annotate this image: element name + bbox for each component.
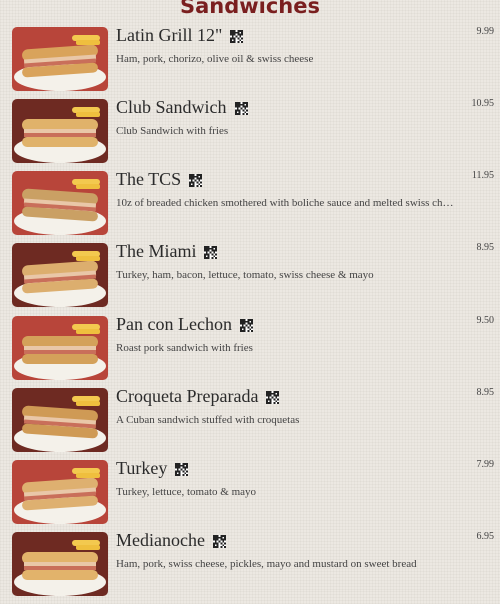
- sandwich-photo: [12, 243, 108, 307]
- item-description: Turkey, lettuce, tomato & mayo: [116, 486, 257, 498]
- menu-item[interactable]: The TCS 10z of breaded chicken smothered…: [0, 169, 500, 243]
- item-name-text: Medianoche: [116, 530, 205, 550]
- item-description: Ham, pork, swiss cheese, pickles, mayo a…: [116, 558, 417, 570]
- item-price: 9.50: [476, 315, 495, 326]
- sandwich-photo: [12, 316, 108, 380]
- item-price: 10.95: [471, 98, 495, 109]
- sandwich-photo: [12, 388, 108, 452]
- sandwich-photo: [12, 27, 108, 91]
- item-name-text: Croqueta Preparada: [116, 386, 259, 406]
- qr-code-icon[interactable]: [234, 99, 248, 115]
- item-name-text: Club Sandwich: [116, 97, 227, 117]
- qr-code-icon[interactable]: [230, 27, 244, 43]
- sandwich-photo: [12, 99, 108, 163]
- item-name: Pan con Lechon: [116, 314, 253, 335]
- menu-item[interactable]: Club Sandwich Club Sandwich with fries 10…: [0, 97, 500, 171]
- item-name: Croqueta Preparada: [116, 386, 280, 407]
- sandwich-photo: [12, 532, 108, 596]
- item-name-text: Turkey: [116, 458, 168, 478]
- menu-item[interactable]: Croqueta Preparada A Cuban sandwich stuf…: [0, 386, 500, 460]
- item-name: The Miami: [116, 241, 218, 262]
- item-name: Club Sandwich: [116, 97, 248, 118]
- item-name-text: Pan con Lechon: [116, 314, 232, 334]
- item-name: The TCS: [116, 169, 203, 190]
- item-name-text: The Miami: [116, 241, 197, 261]
- item-price: 8.95: [476, 242, 495, 253]
- qr-code-icon[interactable]: [175, 460, 189, 476]
- item-description: Roast pork sandwich with fries: [116, 342, 253, 354]
- item-description: A Cuban sandwich stuffed with croquetas: [116, 414, 300, 426]
- menu-item[interactable]: Medianoche Ham, pork, swiss cheese, pick…: [0, 530, 500, 604]
- qr-code-icon[interactable]: [189, 171, 203, 187]
- item-description: Ham, pork, chorizo, olive oil & swiss ch…: [116, 53, 314, 65]
- item-name: Medianoche: [116, 530, 226, 551]
- qr-code-icon[interactable]: [212, 532, 226, 548]
- menu-item[interactable]: Turkey Turkey, lettuce, tomato & mayo 7.9…: [0, 458, 500, 532]
- menu-item[interactable]: Pan con Lechon Roast pork sandwich with …: [0, 314, 500, 388]
- qr-code-icon[interactable]: [266, 388, 280, 404]
- sandwich-photo: [12, 171, 108, 235]
- menu-item[interactable]: The Miami Turkey, ham, bacon, lettuce, t…: [0, 241, 500, 315]
- qr-code-icon[interactable]: [204, 243, 218, 259]
- item-description: Club Sandwich with fries: [116, 125, 229, 137]
- item-price: 9.99: [476, 26, 495, 37]
- item-price: 8.95: [476, 387, 495, 398]
- sandwich-photo: [12, 460, 108, 524]
- item-name-text: The TCS: [116, 169, 182, 189]
- item-description: 10z of breaded chicken smothered with bo…: [116, 197, 456, 209]
- item-description: Turkey, ham, bacon, lettuce, tomato, swi…: [116, 269, 374, 281]
- item-price: 7.99: [476, 459, 495, 470]
- item-name: Latin Grill 12": [116, 25, 244, 46]
- qr-code-icon[interactable]: [239, 316, 253, 332]
- item-name-text: Latin Grill 12": [116, 25, 223, 45]
- item-name: Turkey: [116, 458, 189, 479]
- item-price: 11.95: [471, 170, 494, 181]
- item-price: 6.95: [476, 531, 495, 542]
- menu-item[interactable]: Latin Grill 12" Ham, pork, chorizo, oliv…: [0, 25, 500, 99]
- section-title: Sandwiches: [179, 0, 321, 18]
